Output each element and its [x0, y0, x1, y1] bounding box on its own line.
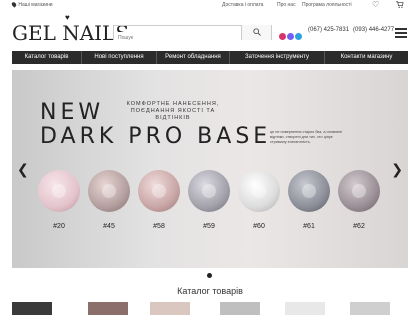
- telegram-icon[interactable]: [295, 33, 302, 41]
- shade-bottle-45: [88, 170, 130, 212]
- search-icon: [253, 28, 261, 36]
- logo-heart-icon: ♥: [65, 13, 70, 22]
- search-box: [113, 25, 272, 45]
- viber-icon[interactable]: [287, 33, 294, 41]
- location-pin-icon: [10, 1, 18, 8]
- shade-label-60: #60: [253, 223, 265, 230]
- shade-bottle-20: [38, 170, 80, 212]
- catalog-section-title: Каталог товарів: [177, 286, 243, 296]
- shade-bottle-58: [138, 170, 180, 212]
- shade-label-61: #61: [303, 223, 315, 230]
- main-nav: Каталог товарів Нові поступлення Ремонт …: [12, 51, 408, 64]
- search-button[interactable]: [241, 25, 271, 40]
- shade-bottle-62: [338, 170, 380, 212]
- our-stores-label: Наші магазини: [18, 2, 53, 8]
- cart-icon[interactable]: [396, 1, 404, 8]
- phone-1[interactable]: (067) 425-7831: [308, 27, 349, 33]
- loyalty-program-link[interactable]: Програма лояльності: [302, 2, 352, 8]
- phone-2[interactable]: (093) 446-4277: [353, 27, 394, 33]
- delivery-payment-link[interactable]: Доставка і оплата: [222, 2, 263, 8]
- carousel-dot[interactable]: [207, 273, 212, 278]
- header: GEL NAILS ♥ (067) 425-7831 (093) 446-4277: [0, 12, 420, 50]
- hero-banner[interactable]: NEW DARK PRO BASE КОМФОРТНЕ НАНЕСЕННЯ, П…: [12, 70, 408, 268]
- shade-bottle-60: [238, 170, 280, 212]
- instagram-icon[interactable]: [279, 33, 286, 41]
- carousel-next-icon[interactable]: ❯: [391, 161, 403, 178]
- shade-bottle-61: [288, 170, 330, 212]
- banner-description: це не повернення старих баз, а оновлені …: [270, 130, 343, 144]
- catalog-thumb[interactable]: [150, 302, 190, 315]
- site-logo[interactable]: GEL NAILS: [12, 21, 129, 45]
- catalog-thumb[interactable]: [220, 302, 260, 315]
- catalog-thumb[interactable]: [350, 302, 390, 315]
- catalog-thumb[interactable]: [12, 302, 52, 315]
- shade-bottle-59: [188, 170, 230, 212]
- shade-label-20: #20: [53, 223, 65, 230]
- banner-headline-new: NEW: [40, 100, 105, 125]
- banner-subtitle: КОМФОРТНЕ НАНЕСЕННЯ, ПОЄДНАННЯ ЯКОСТІ ТА…: [126, 101, 220, 121]
- carousel-prev-icon[interactable]: ❮: [17, 161, 29, 178]
- top-bar: Наші магазини Доставка і оплата Про нас …: [0, 0, 420, 11]
- social-icons: [279, 28, 303, 41]
- banner-headline-product: DARK PRO BASE: [40, 124, 272, 149]
- about-us-link[interactable]: Про нас: [277, 2, 296, 8]
- search-input[interactable]: [114, 31, 242, 45]
- menu-icon[interactable]: [395, 28, 407, 38]
- shade-label-58: #58: [153, 223, 165, 230]
- nav-new-arrivals[interactable]: Нові поступлення: [82, 51, 157, 64]
- shade-label-45: #45: [103, 223, 115, 230]
- phone-numbers: (067) 425-7831 (093) 446-4277: [308, 27, 398, 33]
- wishlist-heart-icon[interactable]: ♡: [372, 1, 379, 9]
- nav-equipment-repair[interactable]: Ремонт обладнання: [157, 51, 230, 64]
- nav-store-contacts[interactable]: Контакти магазину: [325, 51, 408, 64]
- catalog-thumb[interactable]: [285, 302, 325, 315]
- nav-tool-sharpening[interactable]: Заточення інструменту: [230, 51, 325, 64]
- catalog-thumb[interactable]: [88, 302, 128, 315]
- our-stores-link[interactable]: Наші магазини: [10, 1, 53, 8]
- nav-catalog[interactable]: Каталог товарів: [12, 51, 82, 64]
- shade-label-62: #62: [353, 223, 365, 230]
- shade-label-59: #59: [203, 223, 215, 230]
